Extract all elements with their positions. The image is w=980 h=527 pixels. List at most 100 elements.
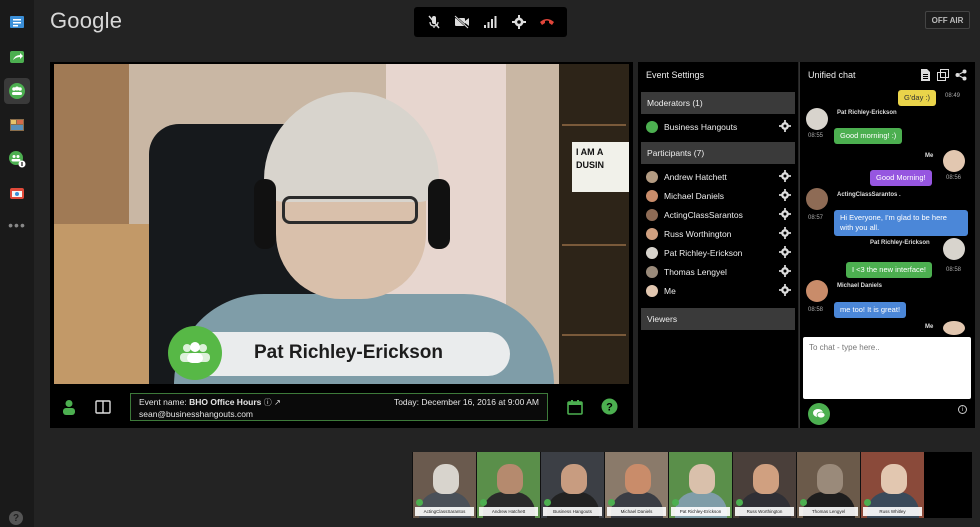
event-name-value[interactable]: BHO Office Hours bbox=[189, 397, 261, 407]
participant-row[interactable]: Pat Richley-Erickson bbox=[638, 243, 798, 262]
participant-tile[interactable]: Andrew Hatchett bbox=[476, 452, 540, 518]
avatar bbox=[646, 170, 658, 183]
participant-row[interactable]: ActingClassSarantos bbox=[638, 205, 798, 224]
participant-name: Pat Richley-Erickson bbox=[664, 247, 743, 258]
avatar bbox=[943, 150, 965, 172]
moderators-header[interactable]: Moderators (1) bbox=[641, 92, 795, 114]
event-settings-title: Event Settings bbox=[646, 70, 705, 80]
moderator-row[interactable]: Business Hangouts bbox=[638, 117, 798, 136]
participant-tile[interactable]: Pat Richley-Erickson bbox=[668, 452, 732, 518]
mic-icon bbox=[800, 499, 807, 506]
mic-muted-icon[interactable] bbox=[424, 12, 444, 32]
chat-input[interactable] bbox=[803, 337, 971, 399]
sign-card: I AM A DUSIN bbox=[572, 142, 629, 192]
chat-author: Me bbox=[925, 153, 934, 159]
participant-tile[interactable]: Russ Worthington bbox=[732, 452, 796, 518]
chat-author: Me bbox=[925, 324, 934, 330]
chat-author: ActingClassSarantos . bbox=[837, 192, 901, 198]
calendar-icon[interactable] bbox=[567, 399, 583, 420]
off-air-button[interactable]: OFF AIR bbox=[925, 11, 970, 29]
avatar bbox=[646, 246, 658, 259]
more-icon[interactable]: ••• bbox=[4, 212, 30, 238]
gear-icon[interactable] bbox=[779, 284, 791, 296]
info-icon[interactable]: i bbox=[958, 405, 967, 414]
tile-face bbox=[561, 464, 587, 494]
hang-up-icon[interactable] bbox=[537, 12, 557, 32]
chat-bubble-icon[interactable] bbox=[808, 403, 830, 425]
glasses bbox=[282, 196, 418, 224]
tile-face bbox=[497, 464, 523, 494]
background-bookshelf bbox=[559, 64, 629, 384]
share-icon[interactable] bbox=[4, 44, 30, 70]
participant-row[interactable]: Andrew Hatchett bbox=[638, 167, 798, 186]
gear-icon[interactable] bbox=[779, 120, 791, 132]
chat-title: Unified chat bbox=[808, 70, 856, 80]
tile-face bbox=[689, 464, 715, 494]
tile-face bbox=[625, 464, 651, 494]
mic-icon bbox=[544, 499, 551, 506]
participant-tile[interactable]: Michael Daniels bbox=[604, 452, 668, 518]
people-icon[interactable] bbox=[4, 146, 30, 172]
help-circle-icon[interactable]: ? bbox=[601, 398, 618, 420]
google-logo: Google bbox=[50, 8, 123, 33]
chat-time: 08:58 bbox=[946, 267, 962, 273]
bandwidth-icon[interactable] bbox=[480, 12, 500, 32]
chat-author: Pat Richley-Erickson bbox=[870, 240, 930, 246]
chat-time: 08:58 bbox=[808, 307, 824, 313]
share-icon[interactable] bbox=[955, 68, 967, 86]
gear-icon[interactable] bbox=[779, 227, 791, 239]
tile-label: Andrew Hatchett bbox=[479, 507, 538, 516]
help-icon[interactable]: ? bbox=[9, 511, 23, 525]
gear-icon[interactable] bbox=[779, 265, 791, 277]
external-link-icon[interactable]: ↗ bbox=[274, 398, 281, 407]
settings-icon[interactable] bbox=[509, 12, 529, 32]
chat-time: 08:56 bbox=[946, 175, 962, 181]
call-controls bbox=[414, 7, 567, 37]
person-icon[interactable] bbox=[62, 399, 76, 420]
avatar bbox=[646, 189, 658, 202]
chat-message: G'day :) bbox=[898, 90, 937, 106]
participant-name: ActingClassSarantos bbox=[664, 209, 743, 220]
participant-row[interactable]: Russ Worthington bbox=[638, 224, 798, 243]
tile-label: ActingClassSarantos bbox=[415, 507, 474, 516]
tile-face bbox=[433, 464, 459, 494]
participants-header[interactable]: Participants (7) bbox=[641, 142, 795, 164]
gear-icon[interactable] bbox=[779, 189, 791, 201]
participant-name: Michael Daniels bbox=[664, 190, 724, 201]
chat-time: 08:55 bbox=[808, 133, 824, 139]
viewers-header[interactable]: Viewers bbox=[641, 308, 795, 330]
participant-tile[interactable]: Thomas Lengyel bbox=[796, 452, 860, 518]
background-window bbox=[54, 64, 129, 224]
participant-tile[interactable]: Russ Whitley bbox=[860, 452, 924, 518]
layout-icon[interactable] bbox=[95, 399, 111, 420]
chat-author: Pat Richley-Erickson bbox=[837, 110, 897, 116]
avatar bbox=[806, 280, 828, 302]
cameraman-icon[interactable] bbox=[4, 180, 30, 206]
participant-row[interactable]: Michael Daniels bbox=[638, 186, 798, 205]
tile-label: Russ Worthington bbox=[735, 507, 794, 516]
event-name-label: Event name: bbox=[139, 397, 187, 407]
chat-message: I <3 the new interface! bbox=[846, 262, 933, 278]
gallery-icon[interactable] bbox=[4, 112, 30, 138]
camera-off-icon[interactable] bbox=[452, 12, 472, 32]
gear-icon[interactable] bbox=[779, 208, 791, 220]
participant-tile[interactable]: ActingClassSarantos bbox=[412, 452, 476, 518]
avatar bbox=[806, 188, 828, 210]
gear-icon[interactable] bbox=[779, 246, 791, 258]
chat-icon[interactable] bbox=[4, 10, 30, 36]
chat-message: Good Morning! bbox=[870, 170, 932, 186]
popout-icon[interactable] bbox=[937, 68, 949, 86]
event-info: Event name: BHO Office Hours ⓘ ↗ sean@bu… bbox=[130, 393, 548, 421]
participant-row[interactable]: Me bbox=[638, 281, 798, 300]
participant-name: Thomas Lengyel bbox=[664, 266, 727, 277]
participant-row[interactable]: Thomas Lengyel bbox=[638, 262, 798, 281]
event-date: Today: December 16, 2016 at 9:00 AM bbox=[393, 397, 539, 407]
info-icon[interactable]: ⓘ bbox=[264, 398, 272, 407]
svg-text:?: ? bbox=[606, 402, 613, 414]
participant-tile[interactable]: Business Hangouts bbox=[540, 452, 604, 518]
hangouts-icon[interactable] bbox=[4, 78, 30, 104]
chat-message: Hi Everyone, I'm glad to be here with yo… bbox=[834, 210, 968, 236]
document-icon[interactable] bbox=[920, 68, 931, 86]
headphone-icon bbox=[428, 179, 450, 249]
gear-icon[interactable] bbox=[779, 170, 791, 182]
